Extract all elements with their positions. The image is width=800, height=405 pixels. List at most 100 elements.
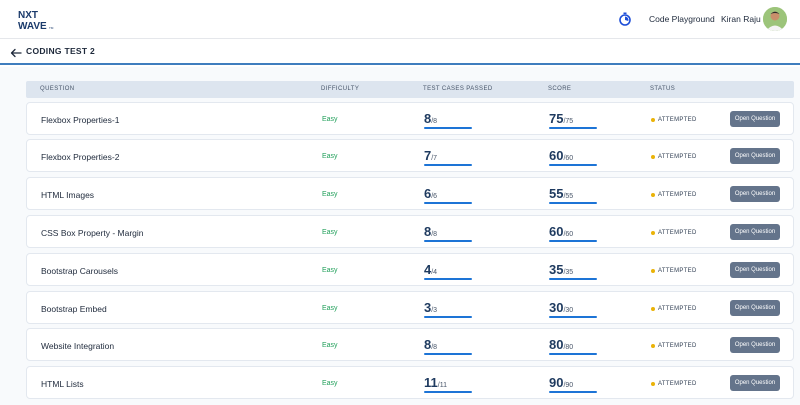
status-badge: ATTEMPTED — [658, 381, 697, 387]
score-progress-bar — [549, 353, 597, 355]
difficulty-label: Easy — [322, 153, 338, 160]
test-header: CODING TEST 2 — [0, 39, 800, 65]
score: 60/60 — [549, 223, 573, 241]
status-dot-icon — [651, 269, 655, 273]
table-row: CSS Box Property - Margin Easy 8/8 60/60… — [26, 215, 794, 248]
question-name: Website Integration — [41, 341, 115, 351]
question-name: Bootstrap Carousels — [41, 266, 119, 276]
score-value: 30 — [549, 300, 564, 315]
max-score: /75 — [563, 118, 574, 125]
column-header-difficulty: DIFFICULTY — [321, 86, 360, 92]
difficulty-label: Easy — [322, 229, 338, 236]
status-badge: ATTEMPTED — [658, 192, 697, 198]
column-header-test-cases: TEST CASES PASSED — [423, 86, 493, 92]
question-name: CSS Box Property - Margin — [41, 228, 144, 238]
open-question-button[interactable]: Open Question — [730, 262, 780, 278]
questions-panel: QUESTION DIFFICULTY TEST CASES PASSED SC… — [0, 67, 800, 405]
score-value: 90 — [549, 375, 564, 390]
open-question-button[interactable]: Open Question — [730, 186, 780, 202]
max-score: /90 — [563, 382, 574, 389]
score: 90/90 — [549, 374, 573, 392]
logo-mark: NXT WAVE TM — [18, 10, 54, 32]
total-cases: /6 — [431, 193, 438, 200]
test-cases-progress-bar — [424, 278, 472, 280]
open-question-button[interactable]: Open Question — [730, 300, 780, 316]
total-cases: /7 — [431, 155, 438, 162]
total-cases: /3 — [431, 307, 438, 314]
score-value: 55 — [549, 186, 564, 201]
test-cases-passed: 8/8 — [424, 110, 437, 128]
table-row: Bootstrap Embed Easy 3/3 30/30 ATTEMPTED… — [26, 291, 794, 324]
difficulty-label: Easy — [322, 191, 338, 198]
stopwatch-icon[interactable] — [618, 12, 632, 26]
score: 75/75 — [549, 110, 573, 128]
score-value: 35 — [549, 262, 564, 277]
logo-tm: TM — [49, 26, 54, 30]
status-badge: ATTEMPTED — [658, 343, 697, 349]
test-cases-progress-bar — [424, 316, 472, 318]
score-value: 75 — [549, 111, 564, 126]
total-cases: /8 — [431, 231, 438, 238]
table-row: HTML Lists Easy 11/11 90/90 ATTEMPTED Op… — [26, 366, 794, 399]
question-name: Bootstrap Embed — [41, 304, 107, 314]
max-score: /35 — [563, 269, 574, 276]
arrow-left-icon[interactable] — [10, 46, 22, 58]
table-header: QUESTION DIFFICULTY TEST CASES PASSED SC… — [26, 81, 794, 98]
top-navbar: NXT WAVE TM Code Playground Kiran Raju — [0, 0, 800, 39]
question-name: HTML Images — [41, 190, 95, 200]
question-name: Flexbox Properties-2 — [41, 152, 120, 162]
max-score: /60 — [563, 231, 574, 238]
status-dot-icon — [651, 231, 655, 235]
test-cases-passed: 4/4 — [424, 261, 437, 279]
score-value: 80 — [549, 337, 564, 352]
max-score: /55 — [563, 193, 574, 200]
max-score: /60 — [563, 155, 574, 162]
test-cases-passed: 3/3 — [424, 299, 437, 317]
score-progress-bar — [549, 278, 597, 280]
table-row: Flexbox Properties-2 Easy 7/7 60/60 ATTE… — [26, 139, 794, 172]
test-cases-progress-bar — [424, 391, 472, 393]
status-badge: ATTEMPTED — [658, 268, 697, 274]
score-progress-bar — [549, 391, 597, 393]
score: 80/80 — [549, 336, 573, 354]
open-question-button[interactable]: Open Question — [730, 224, 780, 240]
logo-text-top: NXT — [18, 10, 38, 21]
status-dot-icon — [651, 155, 655, 159]
column-header-question: QUESTION — [40, 86, 75, 92]
status-badge: ATTEMPTED — [658, 230, 697, 236]
status-dot-icon — [651, 382, 655, 386]
avatar[interactable] — [763, 7, 787, 31]
max-score: /80 — [563, 344, 574, 351]
max-score: /30 — [563, 307, 574, 314]
score-progress-bar — [549, 164, 597, 166]
score: 55/55 — [549, 185, 573, 203]
score-progress-bar — [549, 127, 597, 129]
user-name[interactable]: Kiran Raju — [721, 14, 761, 24]
table-row: Website Integration Easy 8/8 80/80 ATTEM… — [26, 328, 794, 361]
open-question-button[interactable]: Open Question — [730, 375, 780, 391]
status-badge: ATTEMPTED — [658, 306, 697, 312]
column-header-score: SCORE — [548, 86, 572, 92]
open-question-button[interactable]: Open Question — [730, 111, 780, 127]
test-cases-progress-bar — [424, 164, 472, 166]
test-cases-progress-bar — [424, 127, 472, 129]
difficulty-label: Easy — [322, 267, 338, 274]
status-badge: ATTEMPTED — [658, 154, 697, 160]
difficulty-label: Easy — [322, 342, 338, 349]
table-row: HTML Images Easy 6/6 55/55 ATTEMPTED Ope… — [26, 177, 794, 210]
test-cases-passed: 11/11 — [424, 374, 447, 392]
test-cases-progress-bar — [424, 202, 472, 204]
question-name: HTML Lists — [41, 379, 84, 389]
nxtwave-logo[interactable]: NXT WAVE TM — [18, 8, 58, 32]
open-question-button[interactable]: Open Question — [730, 337, 780, 353]
page-title: CODING TEST 2 — [26, 46, 96, 56]
status-dot-icon — [651, 307, 655, 311]
score: 60/60 — [549, 147, 573, 165]
open-question-button[interactable]: Open Question — [730, 148, 780, 164]
test-cases-passed: 8/8 — [424, 336, 437, 354]
test-cases-passed: 6/6 — [424, 185, 437, 203]
test-cases-passed: 8/8 — [424, 223, 437, 241]
passed-count: 11 — [424, 375, 438, 390]
code-playground-link[interactable]: Code Playground — [649, 14, 715, 24]
score-value: 60 — [549, 148, 564, 163]
